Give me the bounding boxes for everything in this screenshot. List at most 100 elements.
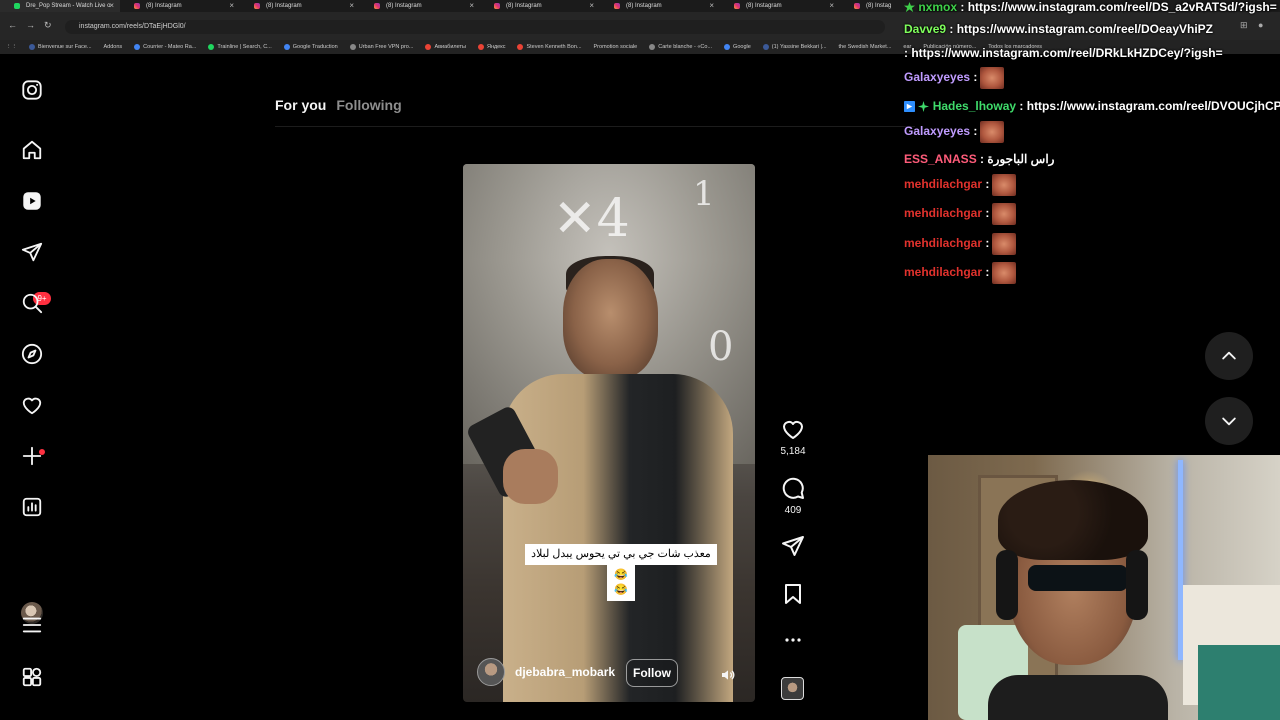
instagram-favicon-icon — [494, 3, 500, 9]
previous-reel-button[interactable] — [1205, 332, 1253, 380]
reels-icon[interactable] — [20, 189, 44, 213]
more-options-action[interactable] — [779, 628, 807, 652]
instagram-favicon-icon — [254, 3, 260, 9]
bookmark-item[interactable]: Steven Kenneth Bon... — [511, 44, 587, 50]
browser-tab[interactable]: (8) Instagram × — [480, 0, 600, 12]
close-tab-icon[interactable]: × — [229, 1, 234, 10]
bookmark-item[interactable]: (1) Yassine Bekkari |... — [757, 44, 833, 50]
chat-username: Galaxyeyes — [904, 70, 971, 85]
chat-emote — [980, 121, 1005, 143]
browser-tab[interactable]: (8) Instagram × — [240, 0, 360, 12]
audio-thumbnail[interactable] — [781, 677, 804, 700]
bookmark-item[interactable]: Promotion sociale — [588, 44, 644, 50]
create-icon[interactable] — [20, 444, 44, 468]
bookmark-label: Carte blanche - «Co... — [658, 44, 713, 50]
forward-icon[interactable]: → — [26, 21, 35, 30]
bookmark-item[interactable]: Bienvenue sur Face... — [23, 44, 98, 50]
tab-following[interactable]: Following — [336, 97, 401, 113]
chat-message: mehdilachgar : — [904, 203, 1017, 225]
chevron-down-icon — [1222, 417, 1236, 426]
bookmark-item[interactable]: Google — [718, 44, 757, 50]
more-dots-icon[interactable] — [781, 628, 805, 652]
share-icon[interactable] — [781, 534, 805, 558]
feed-tabs: For you Following — [275, 97, 402, 113]
browser-tab[interactable]: Dre_Pop Stream - Watch Live o × — [0, 0, 120, 12]
tab-title: (8) Instag — [866, 3, 892, 9]
streamer-headset — [996, 550, 1018, 620]
chalk-writing: 1 — [693, 174, 715, 214]
save-action[interactable] — [779, 582, 807, 606]
bookmark-label: Urban Free VPN pro... — [358, 44, 414, 50]
chalk-writing: ✕4 — [553, 189, 630, 249]
bookmark-item[interactable]: Авиабилеты — [419, 44, 472, 50]
share-action[interactable] — [779, 534, 807, 558]
chat-text: https://www.instagram.com/reel/DOeayVhiP… — [956, 22, 1214, 36]
next-reel-button[interactable] — [1205, 397, 1253, 445]
instagram-logo-icon[interactable] — [20, 78, 44, 102]
browser-tab[interactable]: (8) Instagram × — [120, 0, 240, 12]
follow-button[interactable]: Follow — [626, 659, 678, 687]
bookmark-label: Steven Kenneth Bon... — [526, 44, 582, 50]
stream-chat-overlay: nxmox : https://www.instagram.com/reel/D… — [894, 0, 1280, 290]
chat-emote — [980, 67, 1005, 89]
home-icon[interactable] — [20, 138, 44, 162]
bookmark-favicon-icon — [517, 44, 524, 50]
bookmark-item[interactable]: Carte blanche - «Co... — [643, 44, 718, 50]
close-tab-icon[interactable]: × — [829, 1, 834, 10]
dashboard-icon[interactable] — [20, 495, 44, 519]
bookmark-item[interactable]: Addons — [98, 44, 129, 50]
instagram-favicon-icon — [614, 3, 620, 9]
url-field[interactable]: instagram.com/reels/DTaEjHDGl0/ — [65, 20, 885, 34]
caption-emoji: 😂😂 — [607, 565, 635, 601]
close-tab-icon[interactable]: × — [469, 1, 474, 10]
like-action[interactable]: 5,184 — [779, 417, 807, 457]
author-avatar[interactable] — [477, 658, 505, 686]
chat-username: Galaxyeyes — [904, 124, 971, 139]
author-username[interactable]: djebabra_mobark — [515, 665, 615, 679]
volume-icon[interactable] — [720, 667, 736, 683]
streamer-shirt — [988, 675, 1168, 720]
browser-tab[interactable]: (8) Instagram × — [600, 0, 720, 12]
bookmark-apps-icon[interactable]: ⋮⋮ — [0, 44, 23, 50]
search-icon[interactable] — [20, 291, 44, 315]
back-icon[interactable]: ← — [8, 21, 17, 30]
instagram-favicon-icon — [854, 3, 860, 9]
instagram-favicon-icon — [734, 3, 740, 9]
close-tab-icon[interactable]: × — [349, 1, 354, 10]
bookmark-favicon-icon — [724, 44, 731, 50]
tab-for-you[interactable]: For you — [275, 97, 326, 113]
bookmark-label: Bienvenue sur Face... — [38, 44, 92, 50]
explore-icon[interactable] — [20, 342, 44, 366]
close-tab-icon[interactable]: × — [709, 1, 714, 10]
bookmark-favicon-icon — [283, 44, 290, 50]
browser-tab[interactable]: (8) Instagram × — [720, 0, 840, 12]
bookmark-icon[interactable] — [781, 582, 805, 606]
bookmark-item[interactable]: Яндекс — [472, 44, 512, 50]
close-tab-icon[interactable]: × — [589, 1, 594, 10]
comment-icon[interactable] — [781, 476, 805, 500]
bookmark-item[interactable]: Google Traduction — [278, 44, 344, 50]
notifications-icon[interactable] — [20, 393, 44, 417]
reload-icon[interactable]: ↻ — [44, 21, 52, 30]
heart-icon[interactable] — [781, 417, 805, 441]
bookmark-favicon-icon — [425, 44, 432, 50]
tab-title: Dre_Pop Stream - Watch Live o — [26, 3, 111, 9]
chat-emote — [992, 233, 1017, 255]
chat-username: mehdilachgar — [904, 177, 983, 192]
close-tab-icon[interactable]: × — [109, 1, 114, 10]
bookmark-item[interactable]: Courrier - Mateo Ra... — [128, 44, 202, 50]
chat-text: https://www.instagram.com/reel/DRkLkHZDC… — [911, 46, 1223, 60]
tab-title: (8) Instagram — [266, 3, 302, 9]
more-menu-icon[interactable] — [20, 613, 44, 637]
reel-author[interactable]: djebabra_mobark — [477, 658, 615, 686]
bookmark-item[interactable]: the Swedish Market... — [833, 44, 898, 50]
bookmark-item[interactable]: Trainline | Search, C... — [202, 44, 277, 50]
comment-action[interactable]: 409 — [779, 476, 807, 516]
browser-tab[interactable]: (8) Instagram × — [360, 0, 480, 12]
messages-icon[interactable] — [20, 240, 44, 264]
chalk-writing: 0 — [708, 324, 734, 370]
reel-video[interactable]: ✕4 1 0 معذب شات جي بي تي يحوس يبدل لبلاد… — [463, 164, 755, 702]
also-from-meta-icon[interactable] — [20, 665, 44, 689]
video-caption: معذب شات جي بي تي يحوس يبدل لبلاد 😂😂 — [511, 544, 731, 601]
bookmark-item[interactable]: Urban Free VPN pro... — [344, 44, 420, 50]
